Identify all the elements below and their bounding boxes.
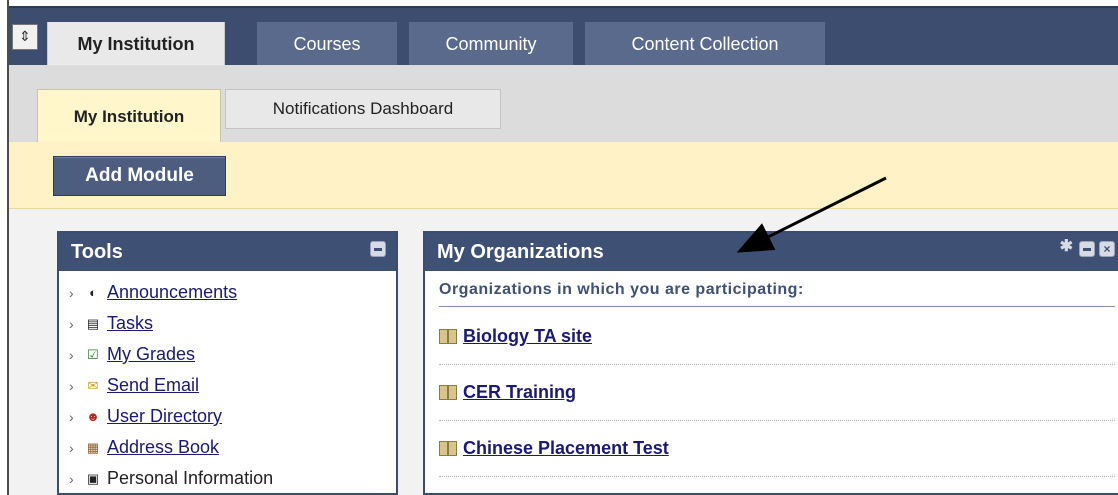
organizations-subtitle: Organizations in which you are participa… bbox=[439, 281, 804, 298]
envelope-icon: ✉ bbox=[87, 377, 99, 393]
tab-content-collection[interactable]: Content Collection bbox=[585, 22, 825, 67]
subtab-label: Notifications Dashboard bbox=[272, 99, 454, 118]
subtab-notifications-dashboard[interactable]: Notifications Dashboard bbox=[225, 89, 501, 129]
list-item[interactable]: › ◐ Announcements bbox=[69, 277, 273, 308]
tab-label: Community bbox=[445, 34, 537, 54]
chevron-right-icon: › bbox=[69, 346, 74, 363]
tab-label: Courses bbox=[293, 34, 361, 54]
book-icon bbox=[439, 329, 457, 344]
tab-label: My Institution bbox=[77, 34, 195, 54]
address-book-icon: ▦ bbox=[86, 439, 100, 455]
list-item[interactable]: Biology TA site bbox=[439, 309, 1115, 365]
tools-module-header: Tools bbox=[59, 233, 396, 271]
tool-link-my-grades[interactable]: My Grades bbox=[107, 344, 195, 365]
tool-link-send-email[interactable]: Send Email bbox=[107, 375, 199, 396]
person-card-icon: ▣ bbox=[86, 470, 100, 486]
organizations-module-header: My Organizations ✱ × bbox=[425, 233, 1118, 271]
my-organizations-module: My Organizations ✱ × Organizations in wh… bbox=[423, 231, 1118, 495]
list-item[interactable]: Chinese Placement Test bbox=[439, 421, 1115, 477]
add-module-button[interactable]: Add Module bbox=[53, 156, 226, 196]
chevron-right-icon: › bbox=[69, 439, 74, 456]
list-item[interactable]: › ▣ Personal Information bbox=[69, 463, 273, 494]
clipboard-icon: ▤ bbox=[86, 315, 100, 331]
close-icon[interactable]: × bbox=[1099, 241, 1115, 257]
subtab-label: My Institution bbox=[73, 106, 185, 126]
organization-link-cer-training[interactable]: CER Training bbox=[463, 382, 576, 403]
tab-label: Content Collection bbox=[631, 34, 779, 54]
top-navigation-bar: ⇕ My Institution Courses Community Conte… bbox=[9, 6, 1118, 67]
list-item[interactable]: › ✉ Send Email bbox=[69, 370, 273, 401]
browser-frame: ⇕ My Institution Courses Community Conte… bbox=[7, 0, 1118, 495]
divider bbox=[439, 306, 1115, 307]
tool-link-address-book[interactable]: Address Book bbox=[107, 437, 219, 458]
tools-module: Tools › ◐ Announcements › ▤ Tasks › ☑ My… bbox=[57, 231, 398, 495]
tool-link-personal-information[interactable]: Personal Information bbox=[107, 468, 273, 489]
subtab-my-institution[interactable]: My Institution bbox=[37, 89, 221, 143]
minimize-icon[interactable] bbox=[1079, 241, 1095, 257]
expand-collapse-icon: ⇕ bbox=[19, 29, 31, 45]
people-icon: ☻ bbox=[86, 409, 100, 424]
tab-community[interactable]: Community bbox=[409, 22, 573, 67]
minimize-icon[interactable] bbox=[370, 241, 386, 257]
module-toolbar: Add Module bbox=[9, 142, 1118, 209]
chevron-right-icon: › bbox=[69, 377, 74, 394]
list-item[interactable]: › ☻ User Directory bbox=[69, 401, 273, 432]
expand-collapse-toggle-button[interactable]: ⇕ bbox=[12, 24, 38, 50]
gear-icon[interactable]: ✱ bbox=[1060, 239, 1073, 255]
chevron-right-icon: › bbox=[69, 408, 74, 425]
list-item[interactable]: › ☑ My Grades bbox=[69, 339, 273, 370]
megaphone-icon: ◐ bbox=[89, 285, 97, 300]
list-item[interactable]: › ▤ Tasks bbox=[69, 308, 273, 339]
module-title: My Organizations bbox=[437, 240, 604, 263]
organization-link-biology-ta-site[interactable]: Biology TA site bbox=[463, 326, 592, 347]
chevron-right-icon: › bbox=[69, 470, 74, 487]
book-icon bbox=[439, 385, 457, 400]
main-content: My Institution Notifications Dashboard A… bbox=[9, 65, 1118, 495]
tab-courses[interactable]: Courses bbox=[257, 22, 397, 67]
gradebook-icon: ☑ bbox=[87, 346, 99, 362]
chevron-right-icon: › bbox=[69, 284, 74, 301]
book-icon bbox=[439, 441, 457, 456]
list-item[interactable]: CER Training bbox=[439, 365, 1115, 421]
module-area: Tools › ◐ Announcements › ▤ Tasks › ☑ My… bbox=[9, 209, 1118, 495]
tab-my-institution[interactable]: My Institution bbox=[47, 22, 225, 67]
tools-list: › ◐ Announcements › ▤ Tasks › ☑ My Grade… bbox=[69, 277, 273, 494]
chevron-right-icon: › bbox=[69, 315, 74, 332]
list-item[interactable]: › ▦ Address Book bbox=[69, 432, 273, 463]
tool-link-user-directory[interactable]: User Directory bbox=[107, 406, 222, 427]
organization-link-chinese-placement-test[interactable]: Chinese Placement Test bbox=[463, 438, 669, 459]
sub-tabs-strip: My Institution Notifications Dashboard bbox=[9, 65, 1118, 143]
tool-link-tasks[interactable]: Tasks bbox=[107, 313, 153, 334]
tool-link-announcements[interactable]: Announcements bbox=[107, 282, 237, 303]
module-title: Tools bbox=[71, 240, 123, 263]
